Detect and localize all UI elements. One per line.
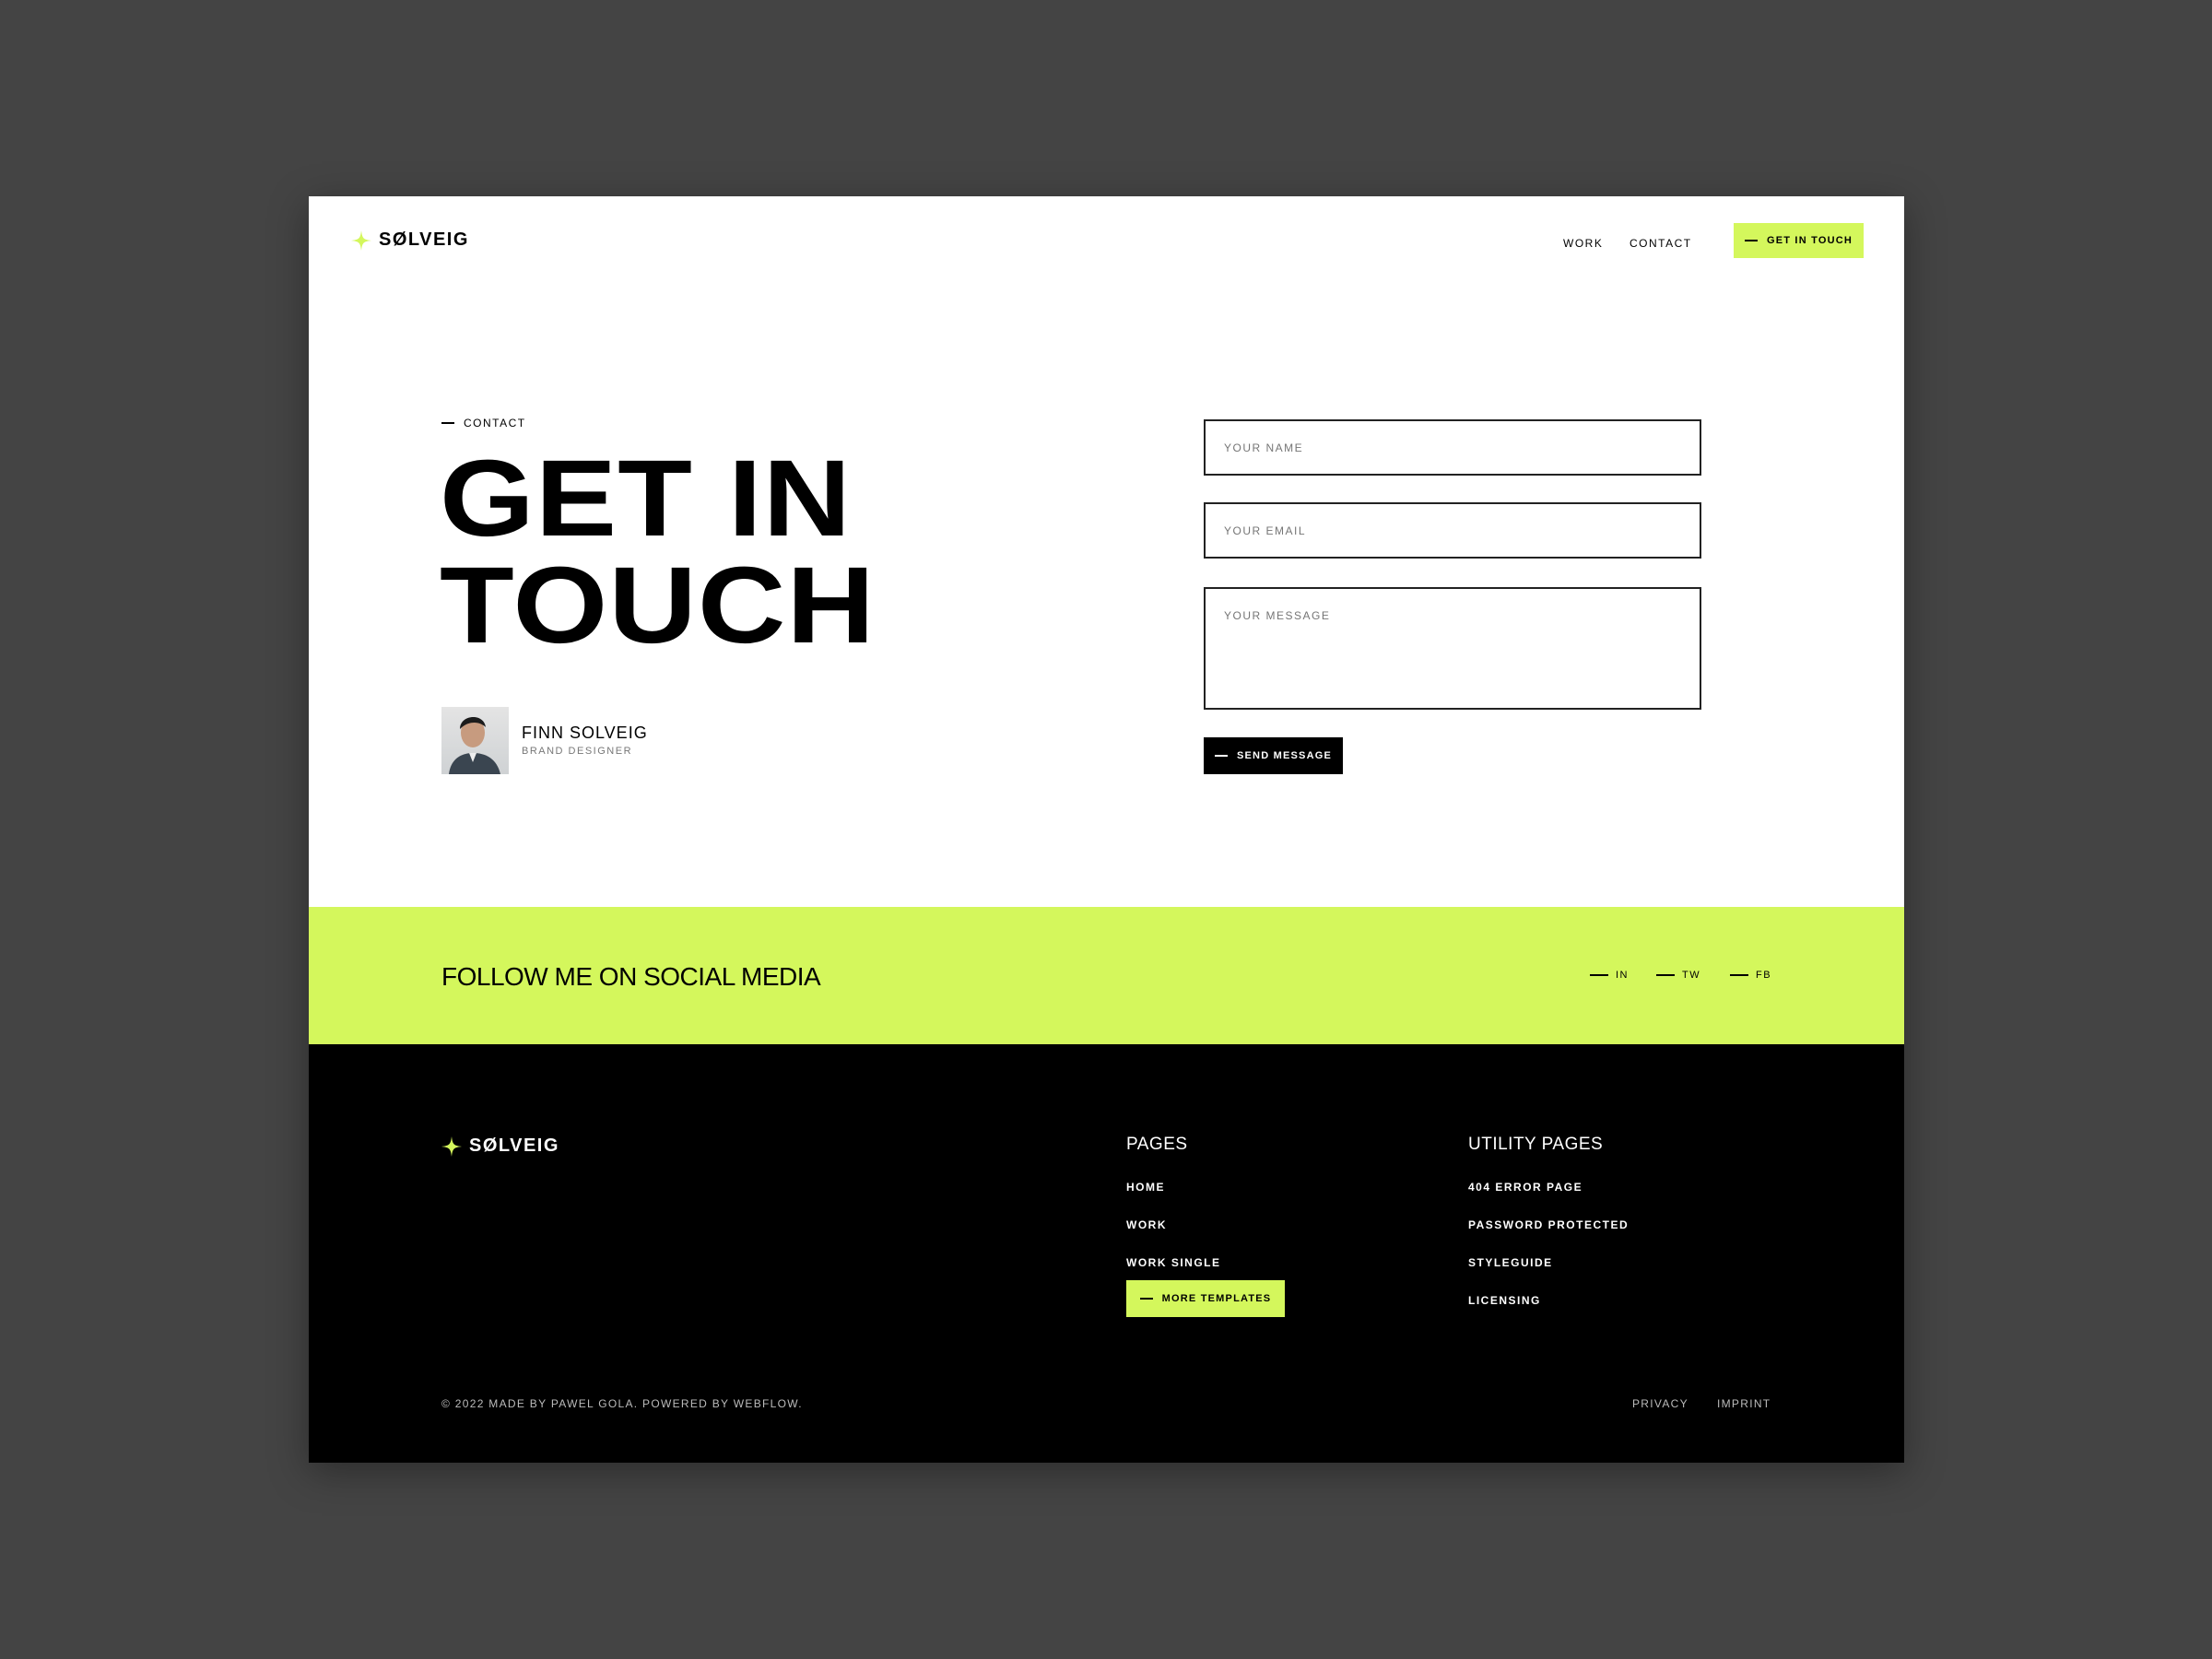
- link-label: FB: [1756, 970, 1772, 981]
- imprint-link[interactable]: IMPRINT: [1717, 1397, 1771, 1410]
- social-title: FOLLOW ME ON SOCIAL MEDIA: [441, 962, 821, 991]
- nav-link-contact[interactable]: CONTACT: [1630, 237, 1692, 250]
- footer-link-404[interactable]: 404 ERROR PAGE: [1468, 1181, 1583, 1194]
- dash-icon: [1590, 974, 1608, 976]
- footer-logo[interactable]: SØLVEIG: [441, 1135, 559, 1157]
- name-field[interactable]: [1204, 419, 1701, 476]
- person-photo: [449, 716, 500, 774]
- eyebrow-text: CONTACT: [464, 417, 526, 429]
- eyebrow: CONTACT: [441, 417, 526, 429]
- get-in-touch-button[interactable]: GET IN TOUCH: [1734, 223, 1864, 258]
- message-field[interactable]: [1204, 587, 1701, 710]
- copyright: © 2022 MADE BY PAWEL GOLA. POWERED BY WE…: [441, 1397, 803, 1410]
- sparkle-icon: [351, 229, 371, 251]
- dash-icon: [1139, 1298, 1153, 1300]
- person-name: FINN SOLVEIG: [522, 724, 648, 742]
- privacy-link[interactable]: PRIVACY: [1632, 1397, 1688, 1410]
- pages-heading: PAGES: [1126, 1135, 1188, 1154]
- social-link-fb[interactable]: FB: [1730, 970, 1771, 981]
- nav-contact: CONTACT: [1630, 235, 1692, 252]
- utility-heading: UTILITY PAGES: [1468, 1135, 1604, 1154]
- social-band: FOLLOW ME ON SOCIAL MEDIA IN TW FB: [309, 907, 1904, 1044]
- nav-link-work[interactable]: WORK: [1563, 237, 1603, 250]
- send-message-button[interactable]: SEND MESSAGE: [1204, 737, 1343, 774]
- dash-icon: [1214, 755, 1228, 757]
- button-label: GET IN TOUCH: [1766, 235, 1853, 246]
- brand-name: SØLVEIG: [469, 1135, 559, 1156]
- brand-logo[interactable]: SØLVEIG: [351, 229, 469, 251]
- page: SØLVEIG WORK CONTACT GET IN TOUCH CONTAC…: [309, 196, 1904, 1463]
- more-templates-button[interactable]: MORE TEMPLATES: [1126, 1280, 1285, 1317]
- title-line: GET IN: [440, 438, 853, 559]
- button-label: MORE TEMPLATES: [1161, 1293, 1272, 1304]
- link-label: IN: [1616, 970, 1629, 981]
- button-label: SEND MESSAGE: [1236, 750, 1333, 761]
- footer-link-work[interactable]: WORK: [1126, 1218, 1167, 1231]
- brand-name: SØLVEIG: [379, 229, 469, 250]
- sparkle-icon: [441, 1135, 462, 1157]
- nav-work: WORK: [1563, 235, 1603, 252]
- footer-link-password[interactable]: PASSWORD PROTECTED: [1468, 1218, 1629, 1231]
- footer-link-licensing[interactable]: LICENSING: [1468, 1294, 1541, 1307]
- link-label: TW: [1682, 970, 1701, 981]
- avatar: [441, 707, 509, 774]
- footer-link-work-single[interactable]: WORK SINGLE: [1126, 1256, 1221, 1269]
- footer: SØLVEIG PAGES HOME WORK WORK SINGLE MORE…: [309, 1044, 1904, 1463]
- footer-link-styleguide[interactable]: STYLEGUIDE: [1468, 1256, 1553, 1269]
- title-line: TOUCH: [440, 545, 877, 666]
- person-role: BRAND DESIGNER: [522, 746, 633, 757]
- social-link-in[interactable]: IN: [1590, 970, 1629, 981]
- dash-icon: [1730, 974, 1748, 976]
- dash-icon: [441, 422, 454, 424]
- dash-icon: [1744, 240, 1758, 241]
- dash-icon: [1656, 974, 1675, 976]
- email-field[interactable]: [1204, 502, 1701, 559]
- social-link-tw[interactable]: TW: [1656, 970, 1700, 981]
- page-title: GET IN TOUCH: [440, 444, 876, 660]
- footer-link-home[interactable]: HOME: [1126, 1181, 1165, 1194]
